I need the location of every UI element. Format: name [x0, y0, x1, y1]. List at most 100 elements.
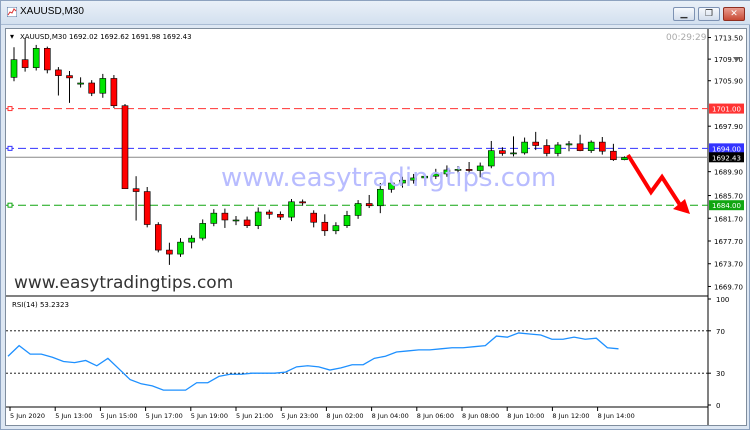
bear-candle: [543, 145, 551, 154]
bear-candle: [155, 224, 162, 251]
bull-candle: [565, 143, 573, 146]
bear-candle: [321, 221, 329, 232]
bull-candle: [343, 215, 351, 226]
bear-candle: [88, 82, 95, 94]
candles: [10, 38, 628, 265]
watermark-text: www.easytradingtips.com: [221, 163, 556, 193]
forecast-arrow-line: [626, 153, 684, 210]
bear-candle: [499, 150, 506, 154]
price-chart-svg[interactable]: 1701.001694.001684.001692.43 1713.501709…: [6, 29, 746, 425]
price-tick-label: 1669.70: [714, 283, 743, 291]
current-price-label: 1692.43: [712, 154, 741, 162]
price-tick-label: 1697.90: [714, 123, 743, 131]
bear-candle: [532, 141, 540, 146]
chart-window: XAUUSD,M30 ▁ ❐ ✕ 1701.00 1694.00 1684.00 16…: [0, 0, 750, 430]
chart-canvas[interactable]: 1701.00 1694.00 1684.00 1692.43 1713.50 1709…: [5, 28, 747, 426]
bull-candle: [587, 141, 595, 151]
bear-candle: [110, 78, 118, 107]
rsi-tick-label: 30: [716, 370, 725, 378]
rsi-tick-label: 70: [716, 328, 725, 336]
bull-candle: [521, 141, 528, 154]
bull-candle: [210, 212, 218, 224]
time-tick-label: 8 Jun 08:00: [462, 412, 499, 420]
bear-candle: [55, 69, 62, 76]
bull-candle: [354, 203, 362, 216]
price-tick-label: 1673.70: [714, 261, 743, 269]
time-tick-label: 5 Jun 17:00: [146, 412, 183, 420]
support-anchor: [7, 202, 13, 208]
rsi-line: [7, 332, 619, 391]
time-tick-label: 8 Jun 04:00: [372, 412, 409, 420]
bull-candle: [254, 211, 262, 226]
pivot-anchor: [7, 145, 13, 151]
level-lines: 1701.00 1694.00 1684.00 1692.43: [6, 103, 744, 211]
rsi-label: RSI(14) 53.2323: [12, 301, 69, 309]
bear-candle: [310, 212, 318, 223]
bear-candle: [265, 211, 273, 215]
bull-candle: [232, 219, 240, 222]
time-tick-label: 5 Jun 15:00: [100, 412, 137, 420]
bear-candle: [43, 48, 51, 71]
bull-candle: [77, 82, 84, 85]
bear-candle: [143, 191, 151, 225]
restore-button[interactable]: ❐: [698, 7, 720, 21]
price-tick-label: 1681.70: [714, 215, 743, 223]
bull-candle: [10, 59, 18, 78]
bear-candle: [598, 141, 606, 152]
bull-candle: [32, 48, 40, 68]
price-axis: 1713.501709.701705.901697.901689.901685.…: [708, 35, 743, 291]
bear-candle: [66, 75, 73, 79]
pivot-price-label: 1694.00: [712, 145, 741, 153]
price-tick-label: 1677.70: [714, 238, 743, 246]
support-price-label: 1684.00: [712, 202, 741, 210]
bear-candle: [610, 150, 617, 161]
bull-candle: [621, 157, 628, 161]
chart-header-arrow[interactable]: ▾: [10, 32, 14, 41]
time-tick-label: 8 Jun 10:00: [507, 412, 544, 420]
bull-candle: [188, 237, 195, 243]
bull-candle: [288, 201, 295, 218]
window-titlebar[interactable]: XAUUSD,M30 ▁ ❐ ✕: [1, 1, 750, 25]
time-tick-label: 5 Jun 23:00: [281, 412, 318, 420]
time-tick-label: 5 Jun 2020: [10, 412, 45, 420]
rsi-tick-label: 0: [716, 402, 720, 410]
resistance-price-label: 1701.00: [712, 106, 741, 114]
resistance-anchor: [7, 106, 13, 112]
minimize-button[interactable]: ▁: [673, 7, 695, 21]
rsi-pane: 100 70 30 0: [6, 296, 729, 410]
bull-candle: [199, 223, 206, 239]
price-tick-label: 1685.70: [714, 193, 743, 201]
close-button[interactable]: ✕: [723, 7, 745, 21]
time-tick-label: 8 Jun 02:00: [326, 412, 363, 420]
bull-candle: [99, 78, 107, 94]
bar-timer: 00:29:29: [666, 33, 707, 43]
bull-candle: [510, 152, 517, 155]
chart-header-label: XAUUSD,M30 1692.02 1692.62 1691.98 1692.…: [20, 33, 192, 41]
time-tick-label: 8 Jun 06:00: [417, 412, 454, 420]
time-tick-label: 8 Jun 12:00: [552, 412, 589, 420]
bear-candle: [132, 188, 140, 192]
bear-candle: [576, 143, 584, 151]
bear-candle: [277, 213, 284, 218]
window-title: XAUUSD,M30: [20, 6, 84, 17]
bear-candle: [299, 201, 306, 204]
chart-app-icon: [7, 7, 17, 17]
time-tick-label: 5 Jun 21:00: [236, 412, 273, 420]
resize-grip-icon[interactable]: [733, 57, 740, 62]
bear-candle: [166, 249, 173, 255]
time-tick-label: 5 Jun 19:00: [191, 412, 228, 420]
time-tick-label: 8 Jun 14:00: [598, 412, 635, 420]
bull-candle: [554, 144, 562, 154]
bear-candle: [365, 203, 373, 207]
price-tick-label: 1713.50: [714, 35, 743, 43]
bear-candle: [243, 219, 251, 226]
bear-candle: [121, 105, 129, 190]
site-label: www.easytradingtips.com: [14, 273, 233, 293]
time-tick-label: 5 Jun 13:00: [55, 412, 92, 420]
price-tick-label: 1689.90: [714, 169, 743, 177]
bear-candle: [21, 59, 29, 68]
bear-candle: [221, 212, 229, 221]
bull-candle: [177, 241, 184, 255]
bull-candle: [332, 225, 340, 232]
rsi-tick-label: 100: [716, 296, 729, 304]
